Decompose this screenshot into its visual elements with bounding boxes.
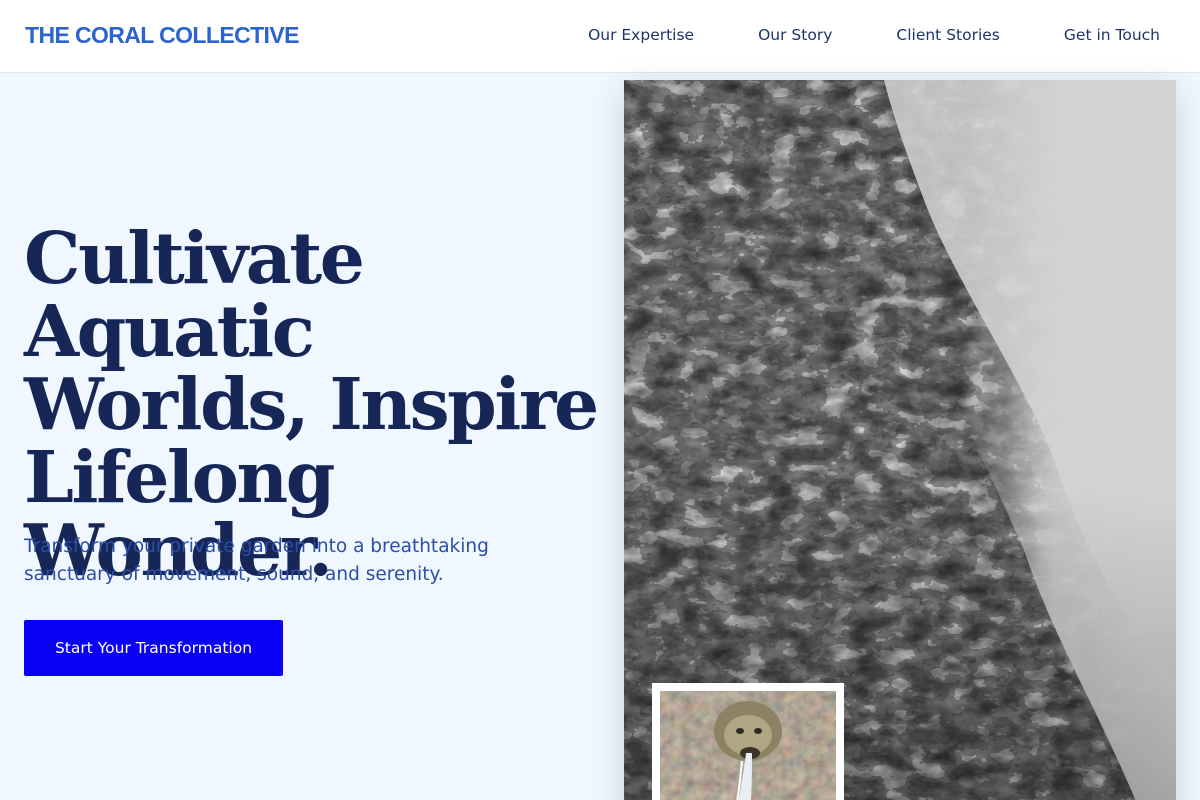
brand-logo[interactable]: THE CORAL COLLECTIVE	[25, 22, 299, 49]
hero-subtitle: Transform your private garden into a bre…	[24, 536, 489, 585]
nav-link-our-story[interactable]: Our Story	[758, 26, 832, 44]
nav-link-client-stories[interactable]: Client Stories	[896, 26, 1000, 44]
nav-link-our-expertise[interactable]: Our Expertise	[588, 26, 694, 44]
site-header: THE CORAL COLLECTIVE Our Expertise Our S…	[0, 0, 1200, 73]
start-transformation-button[interactable]: Start Your Transformation	[24, 620, 283, 676]
nav-link-get-in-touch[interactable]: Get in Touch	[1064, 26, 1160, 44]
fountain-statue-photo	[652, 683, 844, 800]
main-nav: Our Expertise Our Story Client Stories G…	[588, 26, 1160, 44]
